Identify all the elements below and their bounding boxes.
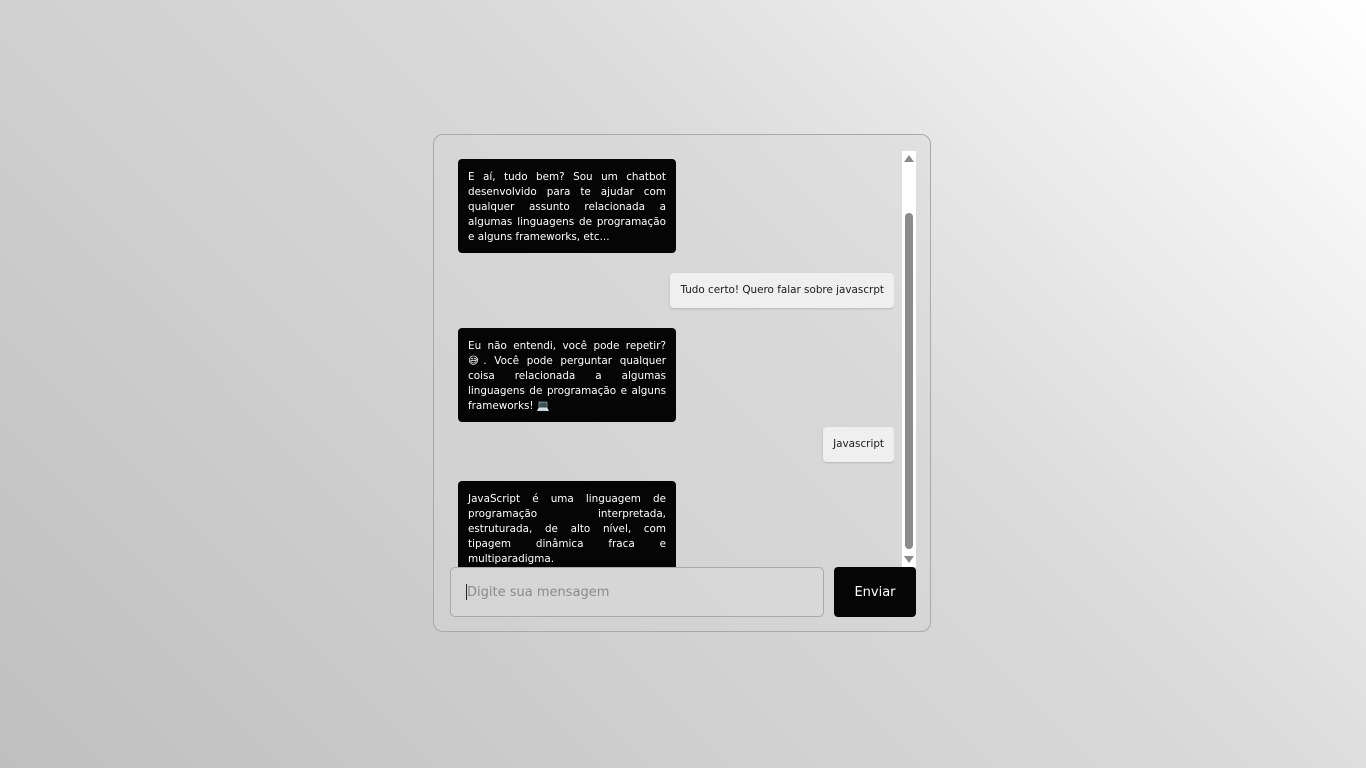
text-caret [466,584,467,600]
message-input[interactable] [450,567,824,617]
bot-message: JavaScript é uma linguagem de programaçã… [458,481,676,567]
scroll-down-arrow-icon[interactable] [904,556,914,563]
composer: Enviar [450,567,916,617]
scroll-thumb[interactable] [905,213,913,549]
user-message: Javascript [823,427,894,462]
bot-message: Eu não entendi, você pode repetir? 😅. Vo… [458,328,676,422]
send-button[interactable]: Enviar [834,567,916,617]
user-message: Tudo certo! Quero falar sobre javascrpt [670,273,894,308]
chat-window: E aí, tudo bem? Sou um chatbot desenvolv… [433,134,931,632]
bot-message: E aí, tudo bem? Sou um chatbot desenvolv… [458,159,676,253]
message-scrollbar[interactable] [902,151,916,567]
message-list[interactable]: E aí, tudo bem? Sou um chatbot desenvolv… [458,151,894,567]
scroll-up-arrow-icon[interactable] [904,155,914,162]
